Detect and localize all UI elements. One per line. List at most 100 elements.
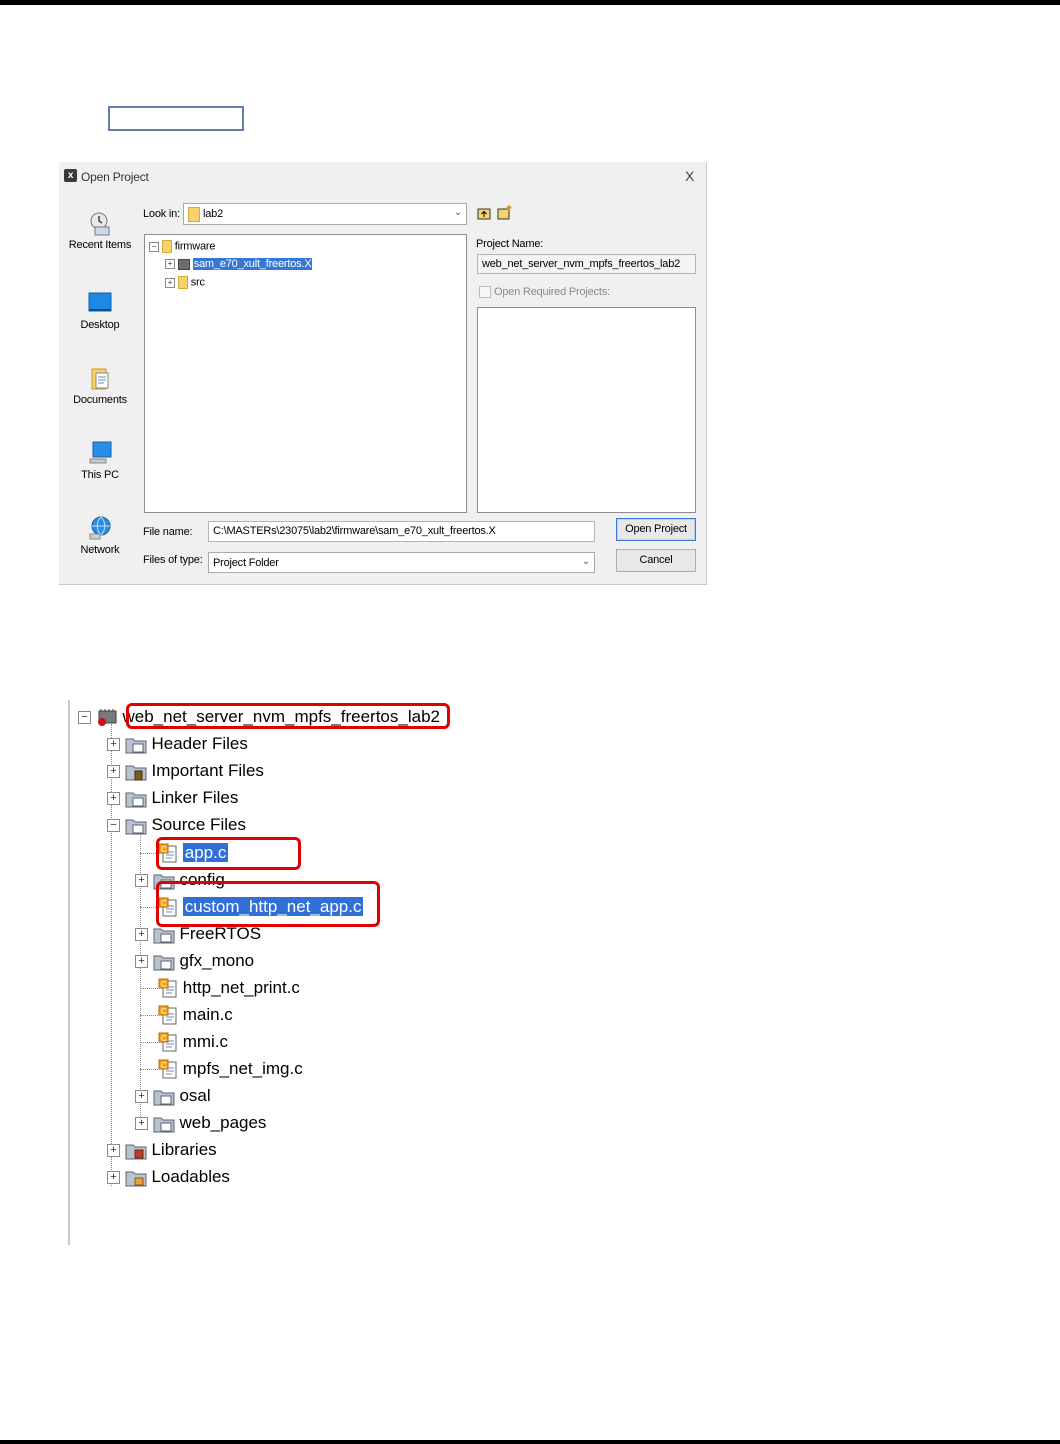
tree-file-mmi-c[interactable]: C mmi.c (158, 1030, 228, 1054)
highlight-box-custom-http-net-app-c (156, 881, 380, 927)
expand-icon[interactable]: + (135, 955, 148, 969)
page-bottom-rule (0, 1440, 1060, 1444)
tree-file-main-c[interactable]: C main.c (158, 1003, 233, 1027)
tree-folder-header-files[interactable]: + Header Files (107, 732, 248, 756)
expand-icon[interactable]: + (107, 765, 120, 779)
loadables-folder-icon (125, 1171, 147, 1187)
place-label: This PC (81, 469, 119, 481)
tree-folder-source-files[interactable]: − Source Files (107, 813, 246, 837)
file-name-input[interactable]: C:\MASTERs\23075\lab2\firmware\sam_e70_x… (208, 521, 595, 542)
logical-folder-icon (153, 1090, 175, 1106)
tree-node-project[interactable]: + sam_e70_xult_freertos.X (165, 258, 313, 270)
logical-folder-icon (125, 738, 147, 754)
expand-icon[interactable]: + (135, 1090, 148, 1104)
checkbox-icon (479, 286, 491, 299)
tree-node-src[interactable]: + src (165, 276, 205, 289)
highlight-box-app-c (156, 837, 301, 870)
folder-icon (177, 276, 188, 289)
folder-icon (188, 207, 200, 222)
place-recent-items[interactable]: Recent Items (59, 210, 141, 251)
tree-label: gfx_mono (179, 951, 255, 970)
place-desktop[interactable]: Desktop (59, 290, 141, 331)
expand-icon[interactable]: + (107, 792, 120, 806)
place-documents[interactable]: Documents (59, 365, 141, 406)
file-tree: − firmware + sam_e70_xult_freertos.X + s… (144, 234, 467, 513)
tree-folder-important-files[interactable]: + Important Files (107, 759, 264, 783)
blank-button[interactable] (108, 106, 244, 131)
tree-label: Header Files (151, 734, 248, 753)
tree-folder-loadables[interactable]: + Loadables (107, 1165, 230, 1189)
place-this-pc[interactable]: This PC (59, 440, 141, 481)
tree-file-mpfs-net-img-c[interactable]: C mpfs_net_img.c (158, 1057, 303, 1081)
tree-label: http_net_print.c (182, 978, 300, 997)
expand-icon[interactable]: + (165, 259, 175, 270)
logical-folder-icon (153, 928, 175, 944)
place-label: Network (80, 544, 120, 556)
logical-folder-icon (153, 955, 175, 971)
place-label: Desktop (80, 319, 120, 331)
svg-text:C: C (161, 1034, 167, 1043)
tree-label: web_pages (179, 1113, 267, 1132)
tree-node-label: src (190, 276, 205, 289)
open-project-dialog: x Open Project X Recent Items Desktop Do… (59, 162, 707, 585)
look-in-label: Look in: (143, 208, 180, 220)
collapse-icon[interactable]: − (149, 241, 159, 252)
expand-icon[interactable]: + (135, 1117, 148, 1131)
expand-icon[interactable]: + (107, 738, 120, 752)
new-folder-icon[interactable] (497, 204, 513, 220)
tree-guide (140, 1069, 158, 1070)
collapse-icon[interactable]: − (78, 711, 91, 725)
tree-guide (140, 1015, 158, 1016)
tree-label: osal (179, 1086, 211, 1105)
project-chip-error-icon (97, 708, 117, 726)
tree-label: Loadables (151, 1167, 230, 1186)
collapse-icon[interactable]: − (107, 819, 120, 833)
tree-folder-gfx-mono[interactable]: + gfx_mono (135, 949, 254, 973)
up-folder-icon[interactable] (477, 206, 491, 220)
expand-icon[interactable]: + (165, 277, 175, 288)
computer-icon (89, 441, 112, 464)
required-projects-list (477, 307, 696, 513)
c-source-file-icon: C (158, 1005, 177, 1025)
project-tree: − web_net_server_nvm_mpfs_freertos_lab2 … (68, 700, 670, 1245)
project-chip-icon (177, 258, 190, 270)
close-button[interactable]: X (685, 168, 694, 184)
tree-file-http-net-print-c[interactable]: C http_net_print.c (158, 976, 300, 1000)
expand-icon[interactable]: + (135, 928, 148, 942)
cancel-button[interactable]: Cancel (616, 549, 696, 572)
tree-guide (140, 1042, 158, 1043)
logical-folder-icon (153, 1117, 175, 1133)
tree-label: mpfs_net_img.c (182, 1059, 303, 1078)
tree-folder-libraries[interactable]: + Libraries (107, 1138, 217, 1162)
files-of-type-select[interactable]: Project Folder ⌄ (208, 552, 595, 573)
tree-node-firmware[interactable]: − firmware (149, 240, 215, 253)
tree-guide (140, 988, 158, 989)
file-name-label: File name: (143, 526, 193, 538)
expand-icon[interactable]: + (107, 1171, 120, 1185)
expand-icon[interactable]: + (107, 1144, 120, 1158)
expand-icon[interactable]: + (135, 874, 148, 888)
chevron-down-icon: ⌄ (581, 556, 590, 567)
libraries-folder-icon (125, 1144, 147, 1160)
folder-icon (161, 240, 172, 253)
place-label: Recent Items (68, 239, 132, 251)
tree-label: main.c (182, 1005, 233, 1024)
dialog-title: Open Project (81, 170, 149, 184)
c-source-file-icon: C (158, 978, 177, 998)
place-network[interactable]: Network (59, 515, 141, 556)
look-in-value: lab2 (203, 208, 223, 220)
open-project-button[interactable]: Open Project (616, 518, 696, 541)
tree-folder-osal[interactable]: + osal (135, 1084, 211, 1108)
highlight-box-project-root (126, 703, 450, 729)
look-in-select[interactable]: lab2 ⌄ (183, 203, 467, 225)
tree-label: mmi.c (182, 1032, 229, 1051)
tree-label: Libraries (151, 1140, 217, 1159)
tree-label: Source Files (151, 815, 246, 834)
svg-text:C: C (161, 1061, 167, 1070)
tree-folder-linker-files[interactable]: + Linker Files (107, 786, 238, 810)
open-required-checkbox[interactable]: Open Required Projects: (479, 286, 610, 299)
svg-text:C: C (161, 1007, 167, 1016)
desktop-icon (88, 292, 112, 312)
tree-folder-web-pages[interactable]: + web_pages (135, 1111, 266, 1135)
documents-icon (91, 368, 109, 390)
